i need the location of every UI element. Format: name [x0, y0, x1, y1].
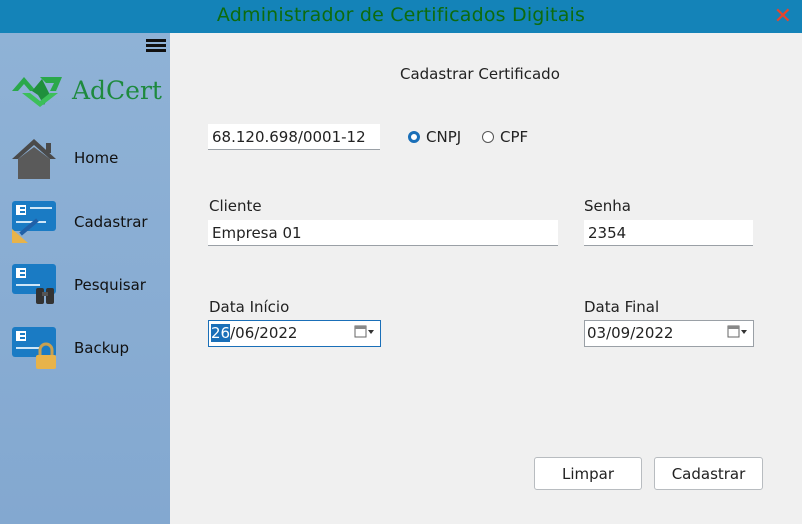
sidebar-item-label: Pesquisar: [74, 276, 146, 294]
sidebar: AdCert Home Cadastrar Pesquisar Backup: [0, 33, 170, 524]
radio-cpf[interactable]: CPF: [482, 128, 528, 146]
sidebar-item-backup[interactable]: Backup: [0, 325, 170, 375]
sidebar-item-label: Backup: [74, 339, 129, 357]
document-input[interactable]: [208, 124, 380, 150]
date-value: 03/09/2022: [587, 324, 674, 342]
data-final-picker[interactable]: 03/09/2022: [584, 320, 754, 347]
backup-card-lock-icon: [12, 327, 56, 369]
data-inicio-picker[interactable]: 26/06/2022: [208, 320, 381, 347]
close-icon[interactable]: ✕: [774, 4, 792, 29]
sidebar-item-label: Cadastrar: [74, 213, 148, 231]
main-panel: Cadastrar Certificado CNPJ CPF Cliente S…: [170, 33, 802, 524]
date-rest: /06/2022: [230, 324, 298, 342]
data-final-label: Data Final: [584, 298, 660, 316]
sidebar-item-pesquisar[interactable]: Pesquisar: [0, 262, 170, 312]
cliente-input[interactable]: [208, 220, 558, 246]
logo-text: AdCert: [72, 76, 162, 105]
sidebar-item-cadastrar[interactable]: Cadastrar: [0, 199, 170, 249]
register-card-icon: [12, 201, 56, 243]
calendar-dropdown-icon[interactable]: [727, 325, 747, 339]
radio-cnpj[interactable]: CNPJ: [408, 128, 461, 146]
limpar-button[interactable]: Limpar: [534, 457, 642, 490]
senha-label: Senha: [584, 197, 631, 215]
radio-label: CPF: [500, 128, 529, 146]
app-window: Administrador de Certificados Digitais ✕…: [0, 0, 802, 524]
sidebar-item-home[interactable]: Home: [0, 135, 170, 185]
page-title: Cadastrar Certificado: [400, 65, 560, 83]
selected-day-segment: 26: [211, 324, 231, 342]
search-card-icon: [12, 264, 56, 304]
menu-icon[interactable]: [146, 39, 166, 53]
radio-label: CNPJ: [426, 128, 462, 146]
sidebar-item-label: Home: [74, 149, 119, 167]
home-icon: [12, 139, 56, 179]
data-inicio-label: Data Início: [209, 298, 290, 316]
senha-input[interactable]: [584, 220, 753, 246]
title-bar[interactable]: Administrador de Certificados Digitais ✕: [0, 0, 802, 33]
calendar-dropdown-icon[interactable]: [354, 325, 374, 339]
radio-unchecked-icon: [482, 131, 494, 143]
cadastrar-button[interactable]: Cadastrar: [654, 457, 763, 490]
window-title: Administrador de Certificados Digitais: [216, 4, 586, 26]
cliente-label: Cliente: [209, 197, 262, 215]
radio-checked-icon: [408, 131, 420, 143]
